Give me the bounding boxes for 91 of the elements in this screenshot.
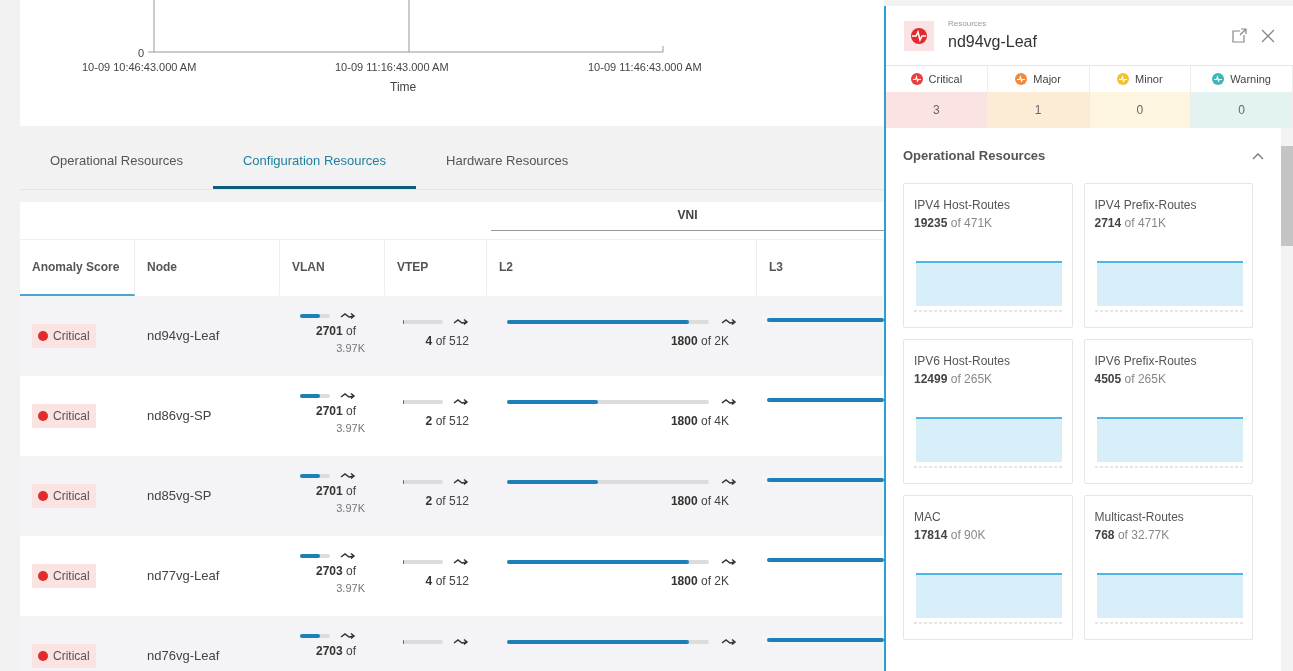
panel-subtitle: Resources [948, 17, 988, 30]
axis-title: Time [390, 79, 417, 96]
card-title: IPV6 Host-Routes [914, 352, 1012, 370]
node-name: nd77vg-Leaf [147, 567, 220, 586]
trend-arrow-icon [721, 478, 737, 486]
trend-arrow-icon [721, 558, 737, 566]
severity-heading: Major [1033, 71, 1061, 87]
usage-text: 2703 of [315, 643, 357, 660]
tab[interactable]: Operational Resources [20, 136, 213, 189]
trend-arrow-icon [453, 398, 469, 406]
resource-card[interactable]: IPV4 Host-Routes 19235 of 471K [903, 182, 1073, 328]
resource-card[interactable]: IPV6 Prefix-Routes 4505 of 265K [1083, 338, 1253, 484]
trend-arrow-icon [453, 478, 469, 486]
severity-icon [38, 651, 48, 661]
trend-arrow-icon [721, 638, 737, 646]
section-title: Operational Resources [903, 147, 1046, 165]
resource-card[interactable]: IPV6 Host-Routes 12499 of 265K [903, 338, 1073, 484]
severity-count: 0 [1191, 92, 1292, 128]
resource-card[interactable]: MAC 17814 of 90K [903, 494, 1073, 640]
usage-text: 2701 of [315, 323, 357, 340]
card-usage: 768 of 32.77K [1094, 526, 1171, 544]
collapse-chevron-icon[interactable] [1252, 151, 1264, 160]
card-usage: 2714 of 471K [1094, 214, 1167, 232]
node-name: nd85vg-SP [147, 487, 212, 506]
severity-heading: Critical [928, 71, 963, 87]
severity-icon [38, 491, 48, 501]
usage-total: 3.97K [336, 581, 365, 596]
trend-arrow-icon [340, 472, 356, 480]
severity-label: Critical [53, 568, 90, 585]
severity-icon [38, 331, 48, 341]
column-group-header: VNI [491, 206, 884, 231]
severity-label: Critical [53, 488, 90, 505]
severity-icon [38, 411, 48, 421]
usage-text: 1800 of 2K [670, 333, 730, 350]
usage-text: 2701 of [315, 403, 357, 420]
card-usage: 4505 of 265K [1094, 370, 1167, 388]
severity-count: 3 [886, 92, 987, 128]
card-title: IPV4 Host-Routes [914, 196, 1012, 214]
card-usage: 12499 of 265K [914, 370, 994, 388]
trend-arrow-icon [340, 392, 356, 400]
resource-card[interactable]: IPV4 Prefix-Routes 2714 of 471K [1083, 182, 1253, 328]
trend-arrow-icon [453, 558, 469, 566]
usage-text: 4 of 512 [425, 333, 469, 350]
trend-arrow-icon [721, 398, 737, 406]
scrollbar[interactable] [1281, 128, 1293, 671]
usage-text: 1800 of 4K [670, 493, 730, 510]
usage-total: 3.97K [336, 341, 365, 356]
usage-text: 1800 of 4K [670, 413, 730, 430]
usage-text: 2701 of [315, 483, 357, 500]
trend-arrow-icon [453, 318, 469, 326]
x-tick-label: 10-09 10:46:43.000 AM [82, 60, 197, 75]
y-tick-label: 0 [138, 46, 145, 61]
scrollbar-thumb[interactable] [1281, 146, 1293, 246]
usage-text: 2 of 512 [425, 493, 469, 510]
trend-arrow-icon [340, 312, 356, 320]
severity-icon [38, 571, 48, 581]
close-icon[interactable] [1261, 28, 1275, 43]
panel-title: nd94vg-Leaf [948, 31, 1038, 52]
card-title: MAC [914, 508, 942, 526]
usage-total: 3.97K [336, 421, 365, 436]
severity-heading: Warning [1230, 71, 1271, 87]
resource-logo-icon [904, 20, 934, 51]
trend-arrow-icon [453, 638, 469, 646]
usage-text: 2703 of [315, 563, 357, 580]
severity-label: Critical [53, 648, 90, 665]
usage-text: 1800 of 2K [670, 573, 730, 590]
severity-count: 0 [1089, 92, 1191, 128]
trend-arrow-icon [721, 318, 737, 326]
severity-label: Critical [53, 328, 90, 345]
tab[interactable]: Hardware Resources [416, 136, 599, 189]
resource-card[interactable]: Multicast-Routes 768 of 32.77K [1083, 494, 1253, 640]
card-title: IPV6 Prefix-Routes [1094, 352, 1198, 370]
open-external-icon[interactable] [1231, 27, 1247, 44]
severity-label: Critical [53, 408, 90, 425]
card-title: Multicast-Routes [1094, 508, 1185, 526]
severity-heading: Minor [1135, 71, 1163, 87]
usage-text: 2 of 512 [425, 413, 469, 430]
trend-arrow-icon [340, 632, 356, 640]
node-name: nd94vg-Leaf [147, 327, 220, 346]
tab[interactable]: Configuration Resources [212, 136, 417, 189]
x-tick-label: 10-09 11:16:43.000 AM [335, 60, 449, 75]
node-name: nd86vg-SP [147, 407, 212, 426]
usage-total: 3.97K [336, 501, 365, 516]
x-tick-label: 10-09 11:46:43.000 AM [588, 60, 702, 75]
card-usage: 19235 of 471K [914, 214, 994, 232]
node-name: nd76vg-Leaf [147, 647, 220, 666]
severity-count: 1 [987, 92, 1089, 128]
usage-text: 4 of 512 [425, 573, 469, 590]
trend-arrow-icon [340, 552, 356, 560]
card-usage: 17814 of 90K [914, 526, 987, 544]
card-title: IPV4 Prefix-Routes [1094, 196, 1198, 214]
